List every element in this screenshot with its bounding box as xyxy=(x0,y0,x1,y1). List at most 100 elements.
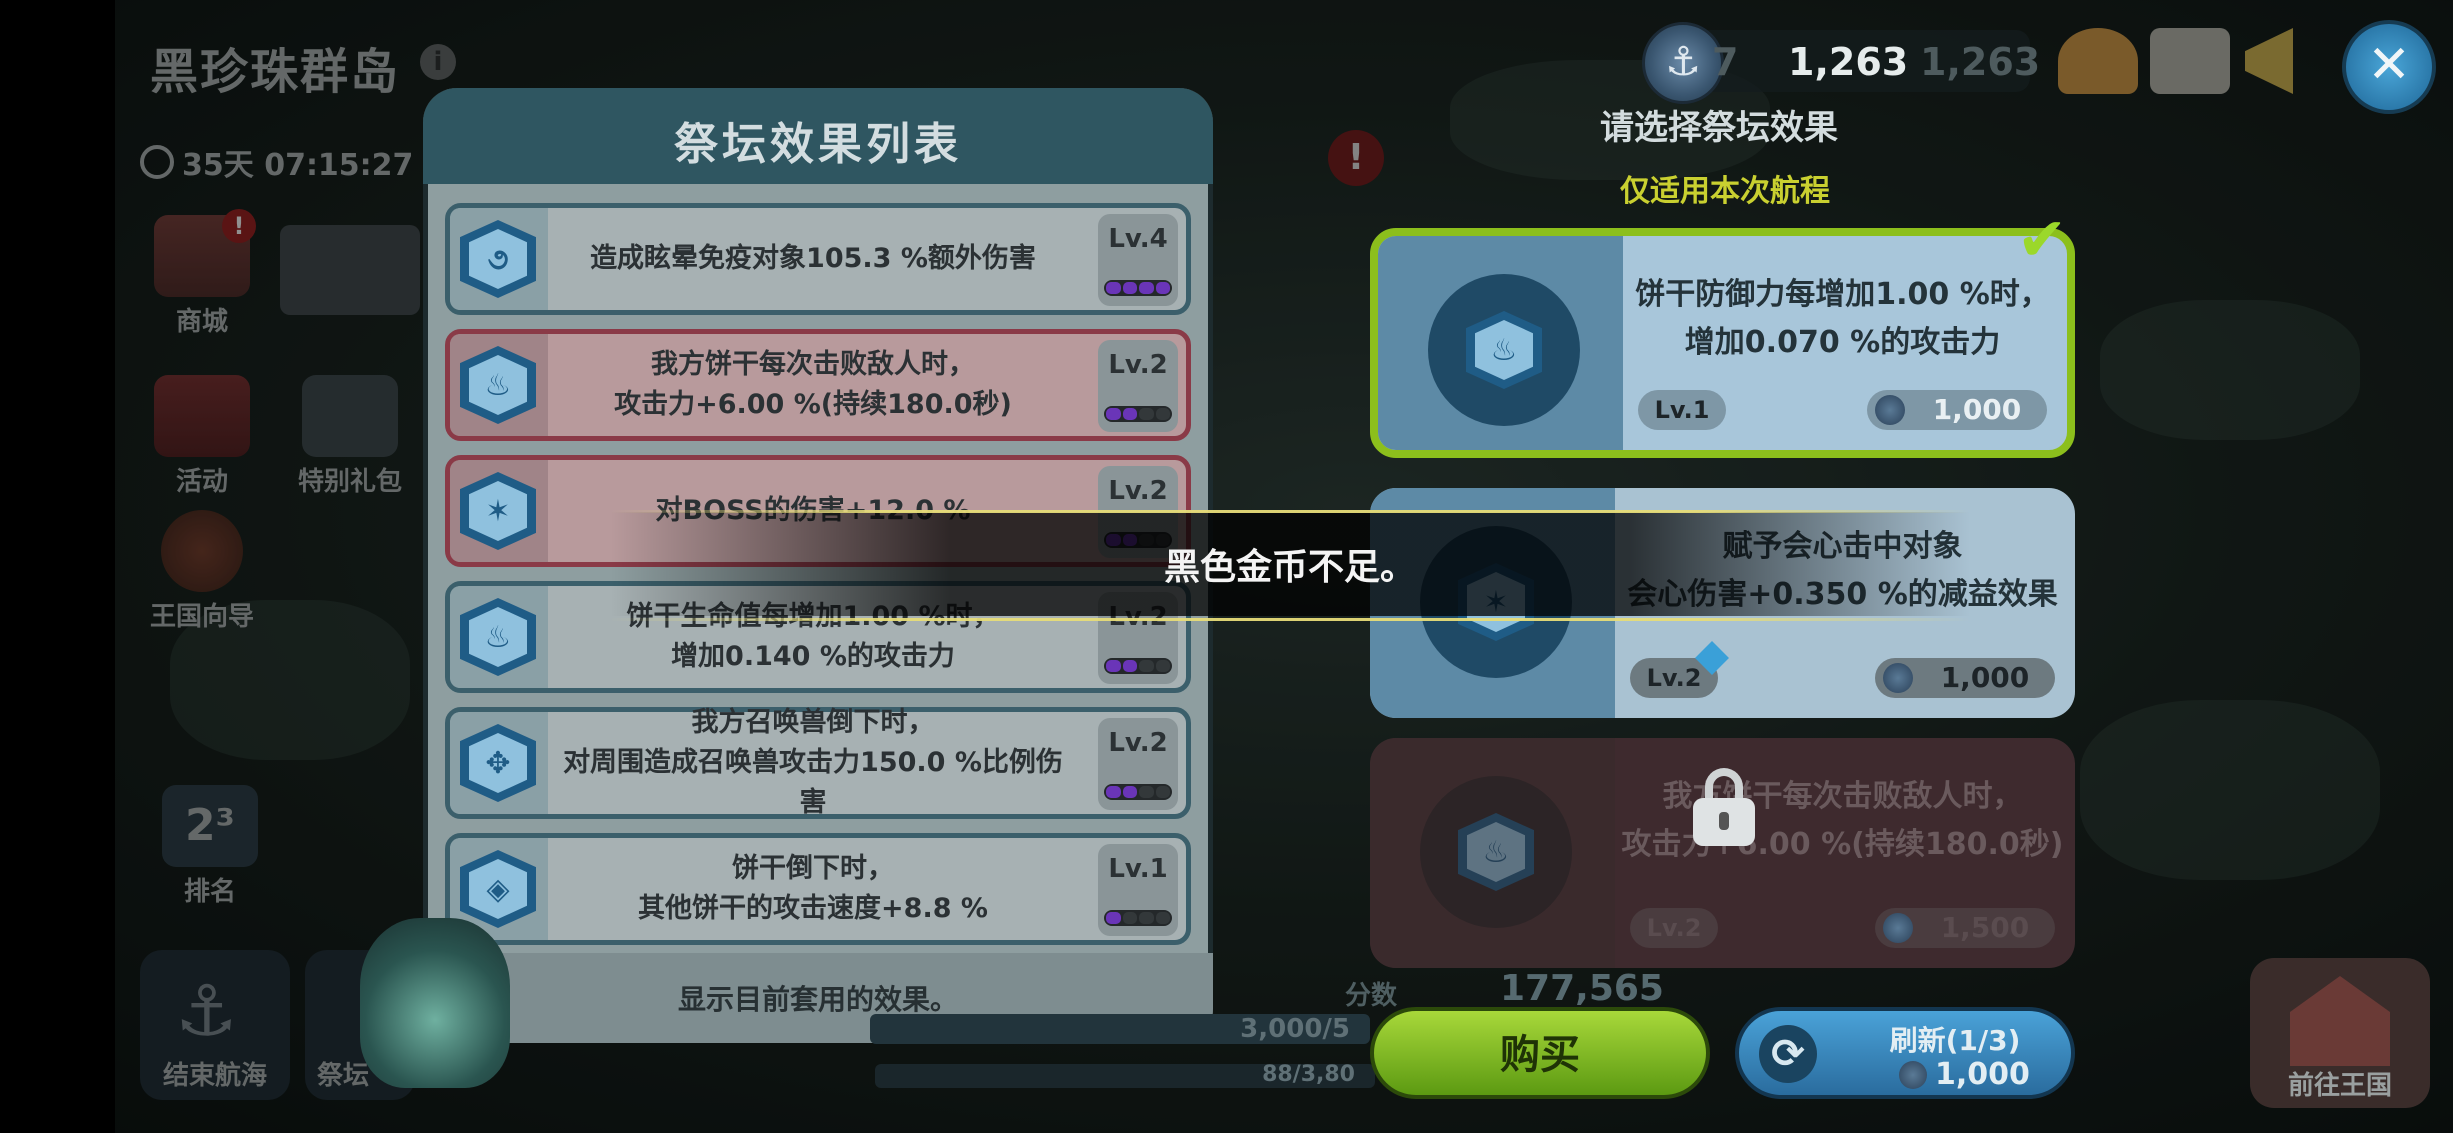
level-pip xyxy=(1139,282,1154,294)
level-bar xyxy=(1104,658,1172,674)
effect-card-1[interactable]: ♨ 饼干防御力每增加1.00 %时， 增加0.070 %的攻击力 Lv.1 1,0… xyxy=(1370,228,2075,458)
effect-icon: ૭ xyxy=(460,220,536,298)
level-bar xyxy=(1104,280,1172,296)
close-button[interactable]: ✕ xyxy=(2342,20,2436,114)
effect-line: 其他饼干的攻击速度+8.8 % xyxy=(638,893,988,924)
card-description: 我方饼干每次击败敌人时， 攻击力+6.00 %(持续180.0秒) xyxy=(1620,773,2065,869)
level-pip xyxy=(1106,282,1121,294)
card-cost: 1,000 xyxy=(1867,390,2047,430)
effect-description: 饼干倒下时， 其他饼干的攻击速度+8.8 % xyxy=(550,838,1076,940)
effect-line: 对周围造成召唤兽攻击力150.0 %比例伤害 xyxy=(563,747,1063,818)
card-cost: 1,000 xyxy=(1875,658,2055,698)
progress-bar-2: 88/3,80 xyxy=(875,1062,1375,1088)
letterbox-left xyxy=(0,0,115,1133)
effect-icon: ♨ xyxy=(460,598,536,676)
card-level: Lv.2 xyxy=(1630,908,1718,948)
refresh-icon: ⟳ xyxy=(1759,1025,1817,1083)
effect-list-row[interactable]: ૭ 造成眩晕免疫对象105.3 %额外伤害 Lv.4 xyxy=(445,203,1191,315)
currency-faint: 7 xyxy=(1712,40,1739,84)
effect-line: 饼干倒下时， xyxy=(732,853,894,884)
level-pip xyxy=(1139,408,1154,420)
level-pip xyxy=(1155,660,1170,672)
effect-level: Lv.2 xyxy=(1098,718,1178,810)
list-title: 祭坛效果列表 xyxy=(674,119,962,170)
level-pip xyxy=(1155,282,1170,294)
effect-icon: ◈ xyxy=(460,850,536,928)
card-desc-line: 饼干防御力每增加1.00 %时， xyxy=(1635,277,2050,312)
card-icon-circle: ♨ xyxy=(1428,274,1580,426)
card-level: Lv.1 xyxy=(1638,390,1726,430)
black-coin-icon xyxy=(1875,395,1905,425)
goto-kingdom-button[interactable]: 前往王国 xyxy=(2250,958,2430,1108)
level-pip xyxy=(1122,786,1137,798)
effect-list-row[interactable]: ♨ 我方饼干每次击败敌人时， 攻击力+6.00 %(持续180.0秒) Lv.2 xyxy=(445,329,1191,441)
effect-description: 造成眩晕免疫对象105.3 %额外伤害 xyxy=(550,208,1076,310)
black-coin-amount-secondary: 1,263 xyxy=(1920,40,2041,84)
level-pip xyxy=(1122,408,1137,420)
attack-boost-icon: ♨ xyxy=(1458,813,1534,891)
attack-boost-icon: ♨ xyxy=(1466,311,1542,389)
altar-character xyxy=(360,918,510,1088)
castle-icon xyxy=(2290,976,2390,1066)
progress-text-2: 88/3,80 xyxy=(1262,1062,1355,1087)
mail-icon[interactable] xyxy=(2150,28,2230,94)
friends-icon[interactable] xyxy=(2058,28,2138,94)
effect-list-row[interactable]: ✥ 我方召唤兽倒下时， 对周围造成召唤兽攻击力150.0 %比例伤害 Lv.2 xyxy=(445,707,1191,819)
level-bar xyxy=(1104,406,1172,422)
toast-message: 黑色金币不足。 xyxy=(1163,547,1416,588)
level-pip xyxy=(1122,660,1137,672)
black-coin-icon xyxy=(1883,913,1913,943)
level-pip xyxy=(1122,912,1137,924)
effect-line: 攻击力+6.00 %(持续180.0秒) xyxy=(614,389,1012,420)
select-title: 请选择祭坛效果 xyxy=(1600,108,1838,148)
effect-line: 增加0.140 %的攻击力 xyxy=(671,641,955,672)
level-text: Lv.2 xyxy=(1108,728,1168,758)
level-pip xyxy=(1106,912,1121,924)
level-text: Lv.1 xyxy=(1108,854,1168,884)
effect-line: 造成眩晕免疫对象105.3 %额外伤害 xyxy=(590,243,1036,274)
black-coin-icon xyxy=(1899,1061,1927,1089)
toast-line-bottom xyxy=(610,618,1970,621)
lock-icon[interactable] xyxy=(1693,768,1755,846)
level-pip xyxy=(1106,660,1121,672)
effect-list-row[interactable]: ◈ 饼干倒下时， 其他饼干的攻击速度+8.8 % Lv.1 xyxy=(445,833,1191,945)
card-cost: 1,500 xyxy=(1875,908,2055,948)
effect-icon: ✶ xyxy=(460,472,536,550)
list-footer-text: 显示目前套用的效果。 xyxy=(677,983,958,1016)
card-desc-line: 攻击力+6.00 %(持续180.0秒) xyxy=(1621,827,2064,862)
card-desc-line: 我方饼干每次击败敌人时， xyxy=(1662,779,2023,814)
level-text: Lv.4 xyxy=(1108,224,1168,254)
card-cost-value: 1,000 xyxy=(1940,661,2030,694)
card-cost-value: 1,500 xyxy=(1940,911,2030,944)
progress-text-1: 3,000/5 xyxy=(1240,1014,1350,1044)
effect-description: 我方饼干每次击败敌人时， 攻击力+6.00 %(持续180.0秒) xyxy=(550,334,1076,436)
level-bar xyxy=(1104,784,1172,800)
card-desc-line: 增加0.070 %的攻击力 xyxy=(1684,325,2001,360)
effect-icon: ✥ xyxy=(460,724,536,802)
close-icon: ✕ xyxy=(2367,35,2411,95)
level-pip xyxy=(1106,786,1121,798)
level-bar xyxy=(1104,910,1172,926)
level-pip xyxy=(1155,786,1170,798)
effect-level: Lv.4 xyxy=(1098,214,1178,306)
toast-notification: 黑色金币不足。 xyxy=(610,500,1970,628)
level-pip xyxy=(1139,786,1154,798)
refresh-button[interactable]: ⟳ 刷新(1/3) 1,000 xyxy=(1735,1007,2075,1099)
effect-line: 我方饼干每次击败敌人时， xyxy=(651,349,975,380)
score-value: 177,565 xyxy=(1500,968,1664,1009)
progress-bar-1: 3,000/5 xyxy=(870,1014,1370,1044)
refresh-title: 刷新(1/3) xyxy=(1889,1024,2021,1057)
buy-button[interactable]: 购买 xyxy=(1370,1007,1710,1099)
level-pip xyxy=(1139,912,1154,924)
selected-check-icon: ✔ xyxy=(2016,205,2068,275)
card-description: 饼干防御力每增加1.00 %时， 增加0.070 %的攻击力 xyxy=(1628,271,2057,367)
level-text: Lv.2 xyxy=(1108,350,1168,380)
level-pip xyxy=(1122,282,1137,294)
level-pip xyxy=(1155,408,1170,420)
black-coin-icon xyxy=(1883,663,1913,693)
card-cost-value: 1,000 xyxy=(1932,393,2022,426)
level-pip xyxy=(1139,660,1154,672)
card-icon-circle: ♨ xyxy=(1420,776,1572,928)
black-coin-amount: 1,263 xyxy=(1788,40,1909,84)
level-pip xyxy=(1106,408,1121,420)
